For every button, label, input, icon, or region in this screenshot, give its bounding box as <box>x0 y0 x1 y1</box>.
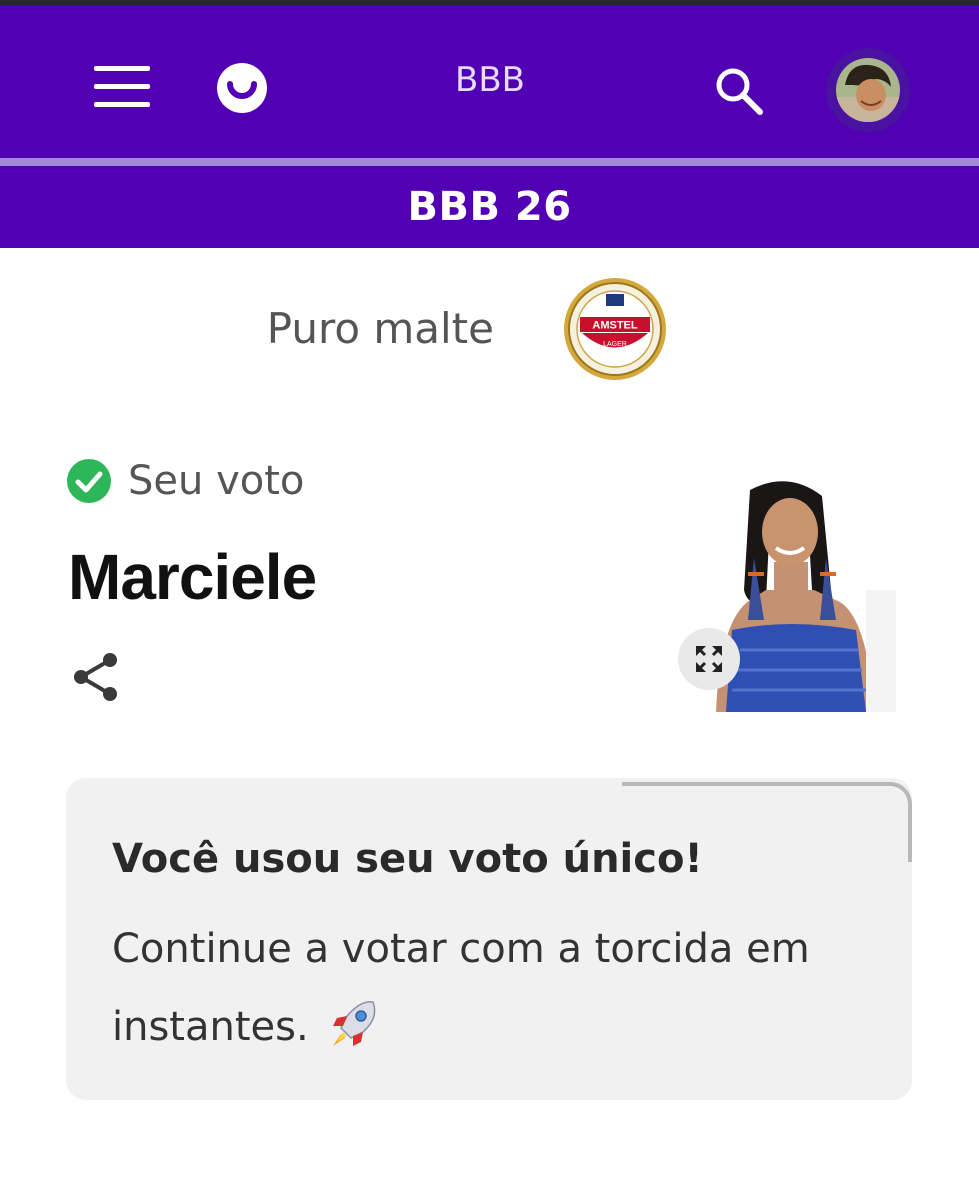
app-title: BBB <box>455 60 525 100</box>
share-icon[interactable] <box>72 652 120 702</box>
check-circle-icon <box>67 459 111 503</box>
section-title: BBB 26 <box>407 184 572 230</box>
timer-progress-line <box>622 782 892 786</box>
section-bar: BBB 26 <box>0 166 979 248</box>
search-icon[interactable] <box>710 62 766 118</box>
timer-progress-corner <box>888 782 912 862</box>
page: BBB BBB 26 Puro malte AMSTEL LAGER Seu v… <box>0 0 979 1200</box>
expand-photo-button[interactable] <box>678 628 740 690</box>
vote-confirmation-card: Você usou seu voto único! Continue a vot… <box>66 778 912 1100</box>
expand-icon <box>696 646 722 672</box>
confirmation-body: Continue a votar com a torcida em instan… <box>112 910 872 1066</box>
brand-sub: LAGER <box>603 341 627 348</box>
confirmation-body-text: Continue a votar com a torcida em instan… <box>112 926 810 1050</box>
rocket-icon <box>333 1001 376 1046</box>
confirmation-title: Você usou seu voto único! <box>112 836 703 882</box>
amstel-logo[interactable]: AMSTEL LAGER <box>562 276 668 382</box>
candidate-name: Marciele <box>68 541 317 613</box>
avatar-photo-icon <box>836 58 900 122</box>
user-avatar[interactable] <box>826 48 910 132</box>
brand-name: AMSTEL <box>592 320 638 332</box>
header-separator <box>0 158 979 166</box>
globoplay-logo-icon[interactable] <box>216 62 268 114</box>
vote-label: Seu voto <box>128 458 305 504</box>
top-bar: BBB <box>0 6 979 158</box>
sponsor-tagline: Puro malte <box>266 304 494 353</box>
menu-icon[interactable] <box>92 64 152 110</box>
